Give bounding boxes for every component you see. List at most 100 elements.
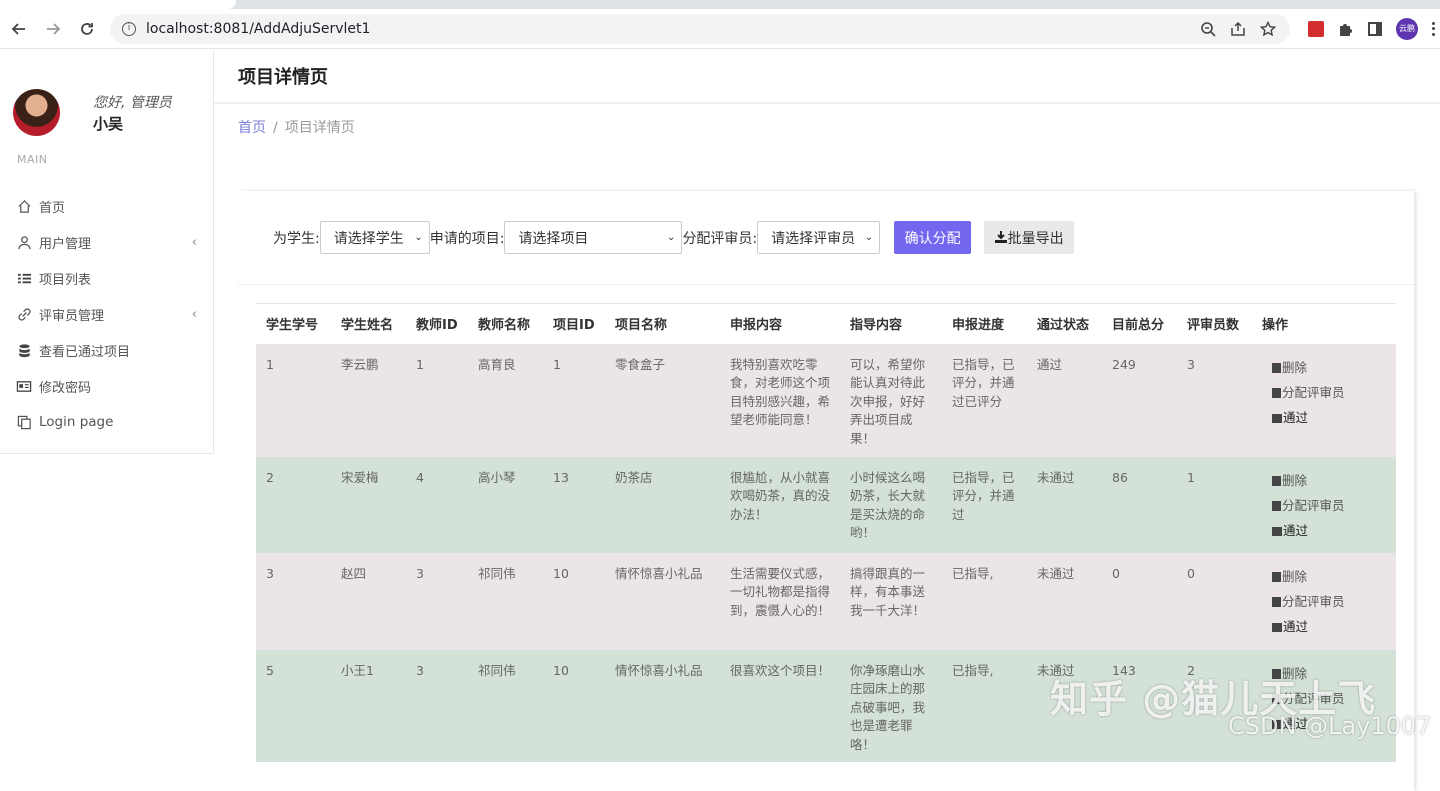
breadcrumb-home-link[interactable]: 首页 (238, 120, 266, 136)
profile-avatar[interactable]: 云鹏 (1396, 17, 1418, 40)
student-select-value: 请选择学生 (333, 230, 404, 247)
greeting-text: 您好, 管理员 (93, 94, 172, 111)
sidebar: 您好, 管理员 小吴 MAIN 首页 用户管理 ‹ 项目列表 评审员管理 ‹ 查… (0, 50, 214, 454)
table-cell: 高育良 (478, 356, 516, 372)
pdf-extension-icon[interactable] (1308, 20, 1324, 37)
chevron-down-icon: ⌄ (414, 232, 423, 243)
table-cell: 很喜欢这个项目！ (730, 662, 831, 678)
avatar[interactable] (13, 89, 60, 136)
pass-button[interactable]: 通过 (1272, 615, 1388, 640)
sidebar-item-change-password[interactable]: 修改密码 (0, 368, 213, 404)
forward-arrow-icon (47, 22, 61, 35)
delete-button[interactable]: 删除 (1272, 565, 1388, 590)
table-cell: 你净琢磨山水庄园床上的那点破事吧，我也是遭老罪咯！ (850, 662, 926, 752)
address-url: localhost:8081/AddAdjuServlet1 (146, 20, 371, 37)
sidebar-item-login-page[interactable]: Login page (0, 404, 213, 440)
zoom-icon[interactable] (1200, 21, 1216, 37)
home-icon (16, 198, 32, 214)
delete-button[interactable]: 删除 (1272, 469, 1388, 494)
pass-button[interactable]: 通过 (1272, 406, 1388, 431)
sidebar-item-user-management[interactable]: 用户管理 ‹ (0, 224, 213, 260)
reload-button[interactable] (72, 14, 102, 44)
delete-label: 删除 (1282, 359, 1308, 375)
sidebar-item-label: 评审员管理 (39, 308, 105, 324)
batch-export-button[interactable]: 批量导出 (984, 221, 1075, 254)
table-cell: 3 (416, 565, 424, 581)
breadcrumb: 首页 / 项目详情页 (214, 104, 1440, 137)
assign-reviewer-button[interactable]: 分配评审员 (1272, 590, 1388, 615)
share-icon[interactable] (1230, 21, 1246, 37)
back-button[interactable] (4, 14, 34, 44)
column-header: 指导内容 (840, 303, 942, 344)
forward-button[interactable] (38, 14, 68, 44)
column-header: 通过状态 (1027, 303, 1102, 344)
sidebar-item-project-list[interactable]: 项目列表 (0, 260, 213, 296)
sidebar-item-reviewer-management[interactable]: 评审员管理 ‹ (0, 296, 213, 332)
table-cell: 10 (553, 565, 569, 581)
table-cell: 3 (1187, 356, 1195, 372)
table-cell: 生活需要仪式感，一切礼物都是指得到，震慑人心的！ (730, 565, 831, 618)
address-bar[interactable]: i localhost:8081/AddAdjuServlet1 (110, 13, 1290, 44)
main-content: 项目详情页 首页 / 项目详情页 为学生: 请选择学生 ⌄ 申请的项目: 请选择项目… (214, 50, 1440, 791)
assign-reviewer-button[interactable]: 分配评审员 (1272, 381, 1388, 406)
pass-label: 通过 (1283, 409, 1309, 425)
table-cell: 1 (266, 356, 274, 372)
actions-cell: 删除 分配评审员 通过 (1252, 457, 1396, 553)
trash-icon (1272, 597, 1281, 607)
active-tab[interactable] (0, 0, 236, 9)
back-arrow-icon (11, 22, 25, 35)
student-select[interactable]: 请选择学生 ⌄ (319, 221, 430, 254)
project-select[interactable]: 请选择项目 ⌄ (504, 221, 683, 254)
trash-icon (1272, 388, 1281, 398)
reviewer-select[interactable]: 请选择评审员 ⌄ (757, 221, 881, 254)
confirm-assign-button[interactable]: 确认分配 (894, 221, 972, 254)
sidebar-item-label: 项目列表 (39, 272, 92, 288)
table-cell: 李云鹏 (341, 356, 379, 372)
delete-label: 删除 (1282, 472, 1308, 488)
archive-icon (1272, 413, 1282, 423)
table-cell: 小王1 (341, 662, 374, 678)
bookmark-star-icon[interactable] (1259, 20, 1277, 37)
chevron-left-icon: ‹ (191, 306, 197, 322)
table-cell: 高小琴 (478, 469, 516, 485)
user-icon (16, 234, 32, 250)
browser-menu-icon[interactable] (1432, 21, 1436, 36)
sidebar-item-approved-projects[interactable]: 查看已通过项目 (0, 332, 213, 368)
chevron-left-icon: ‹ (191, 234, 197, 250)
copy-icon (16, 414, 32, 430)
sidebar-item-home[interactable]: 首页 (0, 188, 213, 224)
breadcrumb-current: 项目详情页 (284, 120, 355, 136)
sidebar-item-label: 修改密码 (39, 380, 92, 396)
user-profile: 您好, 管理员 小吴 (0, 50, 213, 150)
list-icon (16, 270, 32, 286)
side-panel-icon[interactable] (1368, 21, 1382, 36)
sidebar-item-label: Login page (39, 414, 114, 430)
pass-label: 通过 (1283, 522, 1309, 538)
batch-export-label: 批量导出 (1007, 229, 1064, 246)
sidebar-item-label: 查看已通过项目 (39, 344, 131, 360)
site-info-icon[interactable]: i (122, 21, 136, 36)
reload-icon (81, 22, 93, 35)
table-row: 3 赵四 3 祁同伟 10 情怀惊喜小礼品 生活需要仪式感，一切礼物都是指得到，… (256, 552, 1396, 650)
table-cell: 已指导, (952, 565, 994, 581)
pass-label: 通过 (1283, 618, 1309, 634)
pass-button[interactable]: 通过 (1272, 519, 1388, 544)
table-cell: 通过 (1037, 356, 1063, 372)
link-icon (16, 306, 32, 322)
column-header: 操作 (1252, 303, 1396, 344)
table-cell: 0 (1112, 565, 1120, 581)
table-cell: 奶茶店 (615, 469, 653, 485)
table-cell: 祁同伟 (478, 565, 516, 581)
delete-label: 删除 (1282, 568, 1308, 584)
project-select-value: 请选择项目 (518, 230, 589, 247)
table-cell: 5 (266, 662, 274, 678)
table-cell: 赵四 (341, 565, 367, 581)
extensions-puzzle-icon[interactable] (1338, 21, 1354, 37)
assign-reviewer-button[interactable]: 分配评审员 (1272, 494, 1388, 519)
delete-button[interactable]: 删除 (1272, 356, 1388, 381)
actions-cell: 删除 分配评审员 通过 (1252, 344, 1396, 457)
column-header: 教师ID (406, 303, 468, 344)
table-cell: 2 (266, 469, 274, 485)
reviewer-select-value: 请选择评审员 (771, 230, 856, 247)
column-header: 学生姓名 (331, 303, 406, 344)
